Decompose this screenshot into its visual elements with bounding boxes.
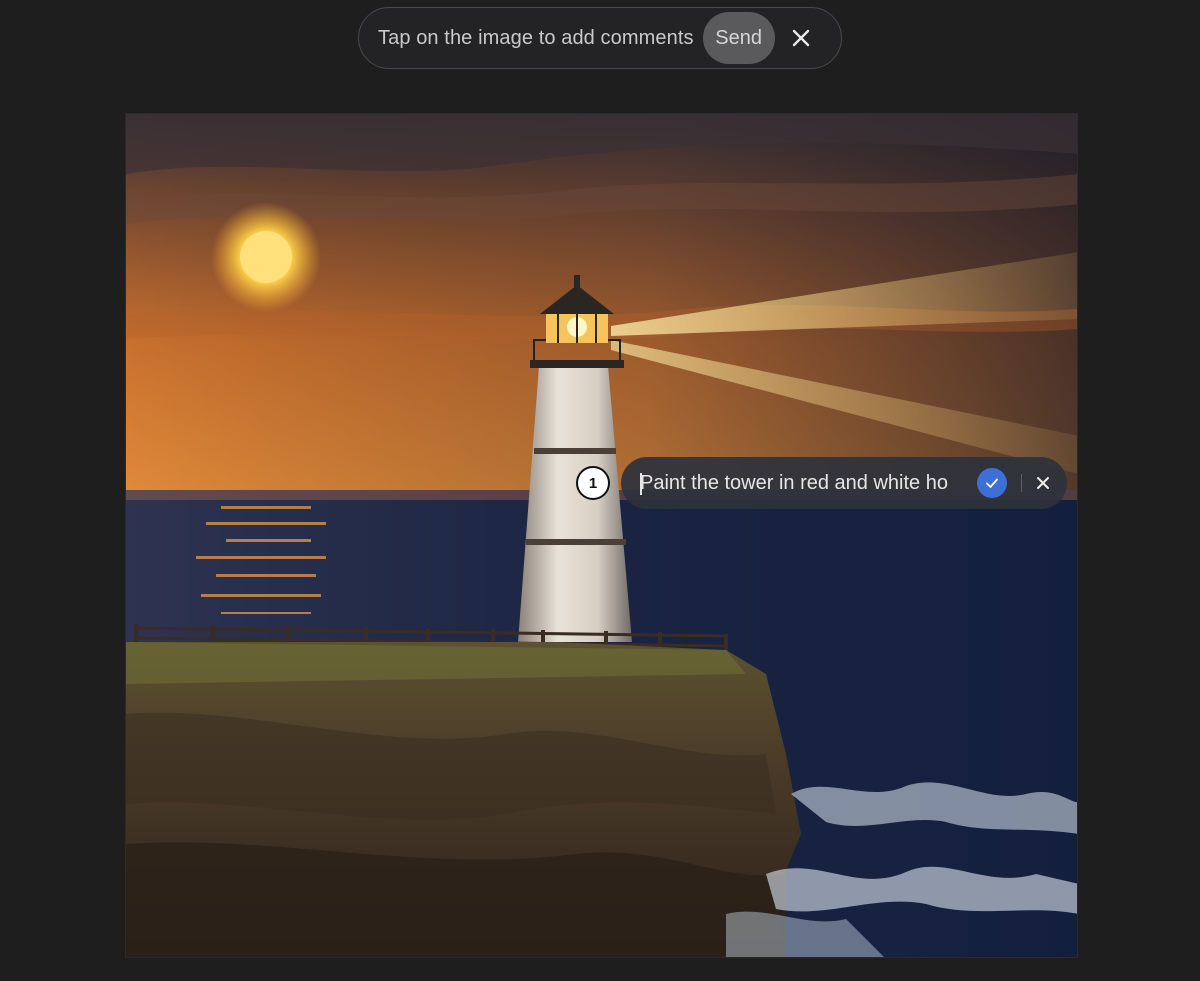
check-icon[interactable] (977, 468, 1007, 498)
send-button[interactable]: Send (702, 12, 775, 64)
annotation-marker[interactable]: 1 (576, 466, 610, 500)
comment-input-bubble: Paint the tower in red and white ho (621, 457, 1067, 509)
close-icon[interactable] (1034, 474, 1052, 492)
toolbar-hint: Tap on the image to add comments (378, 26, 694, 49)
close-icon[interactable] (786, 23, 816, 53)
comment-input[interactable]: Paint the tower in red and white ho (640, 472, 962, 495)
comment-toolbar: Tap on the image to add comments Send (358, 7, 842, 69)
lighthouse-image[interactable] (125, 113, 1078, 958)
divider (1021, 474, 1022, 492)
